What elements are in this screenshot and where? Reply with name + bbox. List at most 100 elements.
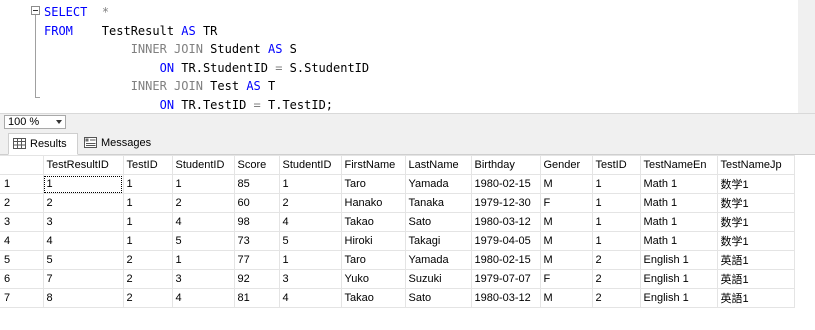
grid-cell[interactable]: Yuko: [340, 269, 406, 289]
row-number[interactable]: 1: [0, 174, 44, 194]
grid-cell[interactable]: Yamada: [404, 250, 472, 270]
grid-cell[interactable]: 2: [591, 288, 641, 308]
grid-cell[interactable]: Takagi: [404, 231, 472, 251]
grid-cell[interactable]: Math 1: [639, 231, 718, 251]
table-row[interactable]: 3 3 1 4 98 4 Takao Sato 1980-03-12 M 1 Math 1 数学1: [0, 212, 795, 232]
grid-cell[interactable]: Takao: [340, 212, 406, 232]
grid-cell[interactable]: 2: [591, 269, 641, 289]
zoom-select[interactable]: 100 %: [4, 115, 66, 129]
grid-cell[interactable]: 英語1: [716, 269, 795, 289]
column-header[interactable]: FirstName: [340, 155, 406, 175]
column-header[interactable]: TestID: [591, 155, 641, 175]
grid-cell[interactable]: 1: [278, 174, 342, 194]
table-row[interactable]: 2 2 1 2 60 2 Hanako Tanaka 1979-12-30 F 1 Math 1 数学1: [0, 193, 795, 213]
grid-cell[interactable]: 2: [122, 269, 173, 289]
grid-cell[interactable]: 数学1: [716, 193, 795, 213]
row-number[interactable]: 2: [0, 193, 44, 213]
collapse-icon[interactable]: [31, 6, 40, 15]
grid-cell[interactable]: 英語1: [716, 288, 795, 308]
grid-cell[interactable]: M: [539, 231, 593, 251]
grid-cell[interactable]: 4: [171, 288, 235, 308]
tab-messages[interactable]: Messages: [80, 133, 158, 155]
sql-code[interactable]: SELECT * FROM TestResult AS TR INNER JOIN…: [44, 3, 369, 113]
grid-cell[interactable]: 81: [233, 288, 280, 308]
grid-cell[interactable]: M: [539, 288, 593, 308]
grid-cell[interactable]: 4: [42, 231, 124, 251]
grid-cell[interactable]: 3: [278, 269, 342, 289]
grid-cell[interactable]: F: [539, 193, 593, 213]
grid-cell[interactable]: 1979-07-07: [470, 269, 541, 289]
grid-cell[interactable]: F: [539, 269, 593, 289]
grid-cell[interactable]: 2: [591, 250, 641, 270]
grid-cell[interactable]: M: [539, 174, 593, 194]
grid-cell[interactable]: 2: [171, 193, 235, 213]
grid-cell[interactable]: 2: [122, 250, 173, 270]
grid-cell[interactable]: 1: [122, 212, 173, 232]
table-row[interactable]: 5 5 2 1 77 1 Taro Yamada 1980-02-15 M 2 English 1 英語…: [0, 250, 795, 270]
grid-cell[interactable]: M: [539, 250, 593, 270]
grid-cell[interactable]: Hanako: [340, 193, 406, 213]
grid-cell[interactable]: 1980-03-12: [470, 288, 541, 308]
column-header[interactable]: StudentID: [171, 155, 235, 175]
grid-cell[interactable]: English 1: [639, 250, 718, 270]
row-number[interactable]: 4: [0, 231, 44, 251]
grid-cell[interactable]: Hiroki: [340, 231, 406, 251]
grid-cell[interactable]: 2: [42, 193, 124, 213]
grid-cell[interactable]: Math 1: [639, 174, 718, 194]
grid-cell[interactable]: 1: [42, 174, 124, 194]
table-row[interactable]: 6 7 2 3 92 3 Yuko Suzuki 1979-07-07 F 2 English 1 英語…: [0, 269, 795, 289]
table-row[interactable]: 4 4 1 5 73 5 Hiroki Takagi 1979-04-05 M 1 Math 1 数学1: [0, 231, 795, 251]
grid-cell[interactable]: Sato: [404, 212, 472, 232]
grid-cell[interactable]: 1: [591, 193, 641, 213]
grid-cell[interactable]: Math 1: [639, 212, 718, 232]
grid-cell[interactable]: Taro: [340, 174, 406, 194]
grid-cell[interactable]: Taro: [340, 250, 406, 270]
grid-cell[interactable]: 2: [278, 193, 342, 213]
grid-cell[interactable]: 60: [233, 193, 280, 213]
grid-cell[interactable]: 1980-03-12: [470, 212, 541, 232]
grid-cell[interactable]: 7: [42, 269, 124, 289]
grid-cell[interactable]: 1: [122, 193, 173, 213]
grid-cell[interactable]: 1980-02-15: [470, 174, 541, 194]
results-table[interactable]: TestResultID TestID StudentID Score StudentI…: [0, 155, 795, 308]
grid-cell[interactable]: 1979-04-05: [470, 231, 541, 251]
grid-cell[interactable]: 4: [278, 212, 342, 232]
grid-cell[interactable]: 77: [233, 250, 280, 270]
grid-cell[interactable]: 1: [591, 212, 641, 232]
grid-cell[interactable]: 1: [122, 231, 173, 251]
column-header[interactable]: StudentID: [278, 155, 342, 175]
grid-cell[interactable]: 数学1: [716, 231, 795, 251]
chevron-down-icon[interactable]: [56, 120, 62, 124]
grid-cell[interactable]: M: [539, 212, 593, 232]
table-row[interactable]: 1 1 1 1 85 1 Taro Yamada 1980-02-15 M 1 Math 1 数学1: [0, 174, 795, 194]
grid-cell[interactable]: 1: [171, 174, 235, 194]
grid-cell[interactable]: Takao: [340, 288, 406, 308]
grid-cell[interactable]: 1: [122, 174, 173, 194]
grid-cell[interactable]: 5: [278, 231, 342, 251]
grid-cell[interactable]: English 1: [639, 288, 718, 308]
grid-cell[interactable]: 73: [233, 231, 280, 251]
grid-cell[interactable]: Suzuki: [404, 269, 472, 289]
grid-cell[interactable]: 3: [42, 212, 124, 232]
grid-cell[interactable]: 数学1: [716, 174, 795, 194]
grid-cell[interactable]: 5: [171, 231, 235, 251]
grid-cell[interactable]: Math 1: [639, 193, 718, 213]
grid-cell[interactable]: 2: [122, 288, 173, 308]
grid-cell[interactable]: English 1: [639, 269, 718, 289]
grid-cell[interactable]: 8: [42, 288, 124, 308]
grid-cell[interactable]: 1: [278, 250, 342, 270]
grid-cell[interactable]: 英語1: [716, 250, 795, 270]
grid-cell[interactable]: 5: [42, 250, 124, 270]
grid-cell[interactable]: Yamada: [404, 174, 472, 194]
grid-cell[interactable]: 1979-12-30: [470, 193, 541, 213]
grid-cell[interactable]: Sato: [404, 288, 472, 308]
editor-scrollbar[interactable]: [798, 0, 815, 113]
grid-cell[interactable]: 1: [171, 250, 235, 270]
sql-editor[interactable]: SELECT * FROM TestResult AS TR INNER JOIN…: [0, 0, 815, 113]
column-header[interactable]: TestNameEn: [639, 155, 718, 175]
grid-cell[interactable]: 98: [233, 212, 280, 232]
grid-corner[interactable]: [0, 155, 44, 175]
grid-cell[interactable]: 1980-02-15: [470, 250, 541, 270]
column-header[interactable]: Birthday: [470, 155, 541, 175]
column-header[interactable]: Score: [233, 155, 280, 175]
